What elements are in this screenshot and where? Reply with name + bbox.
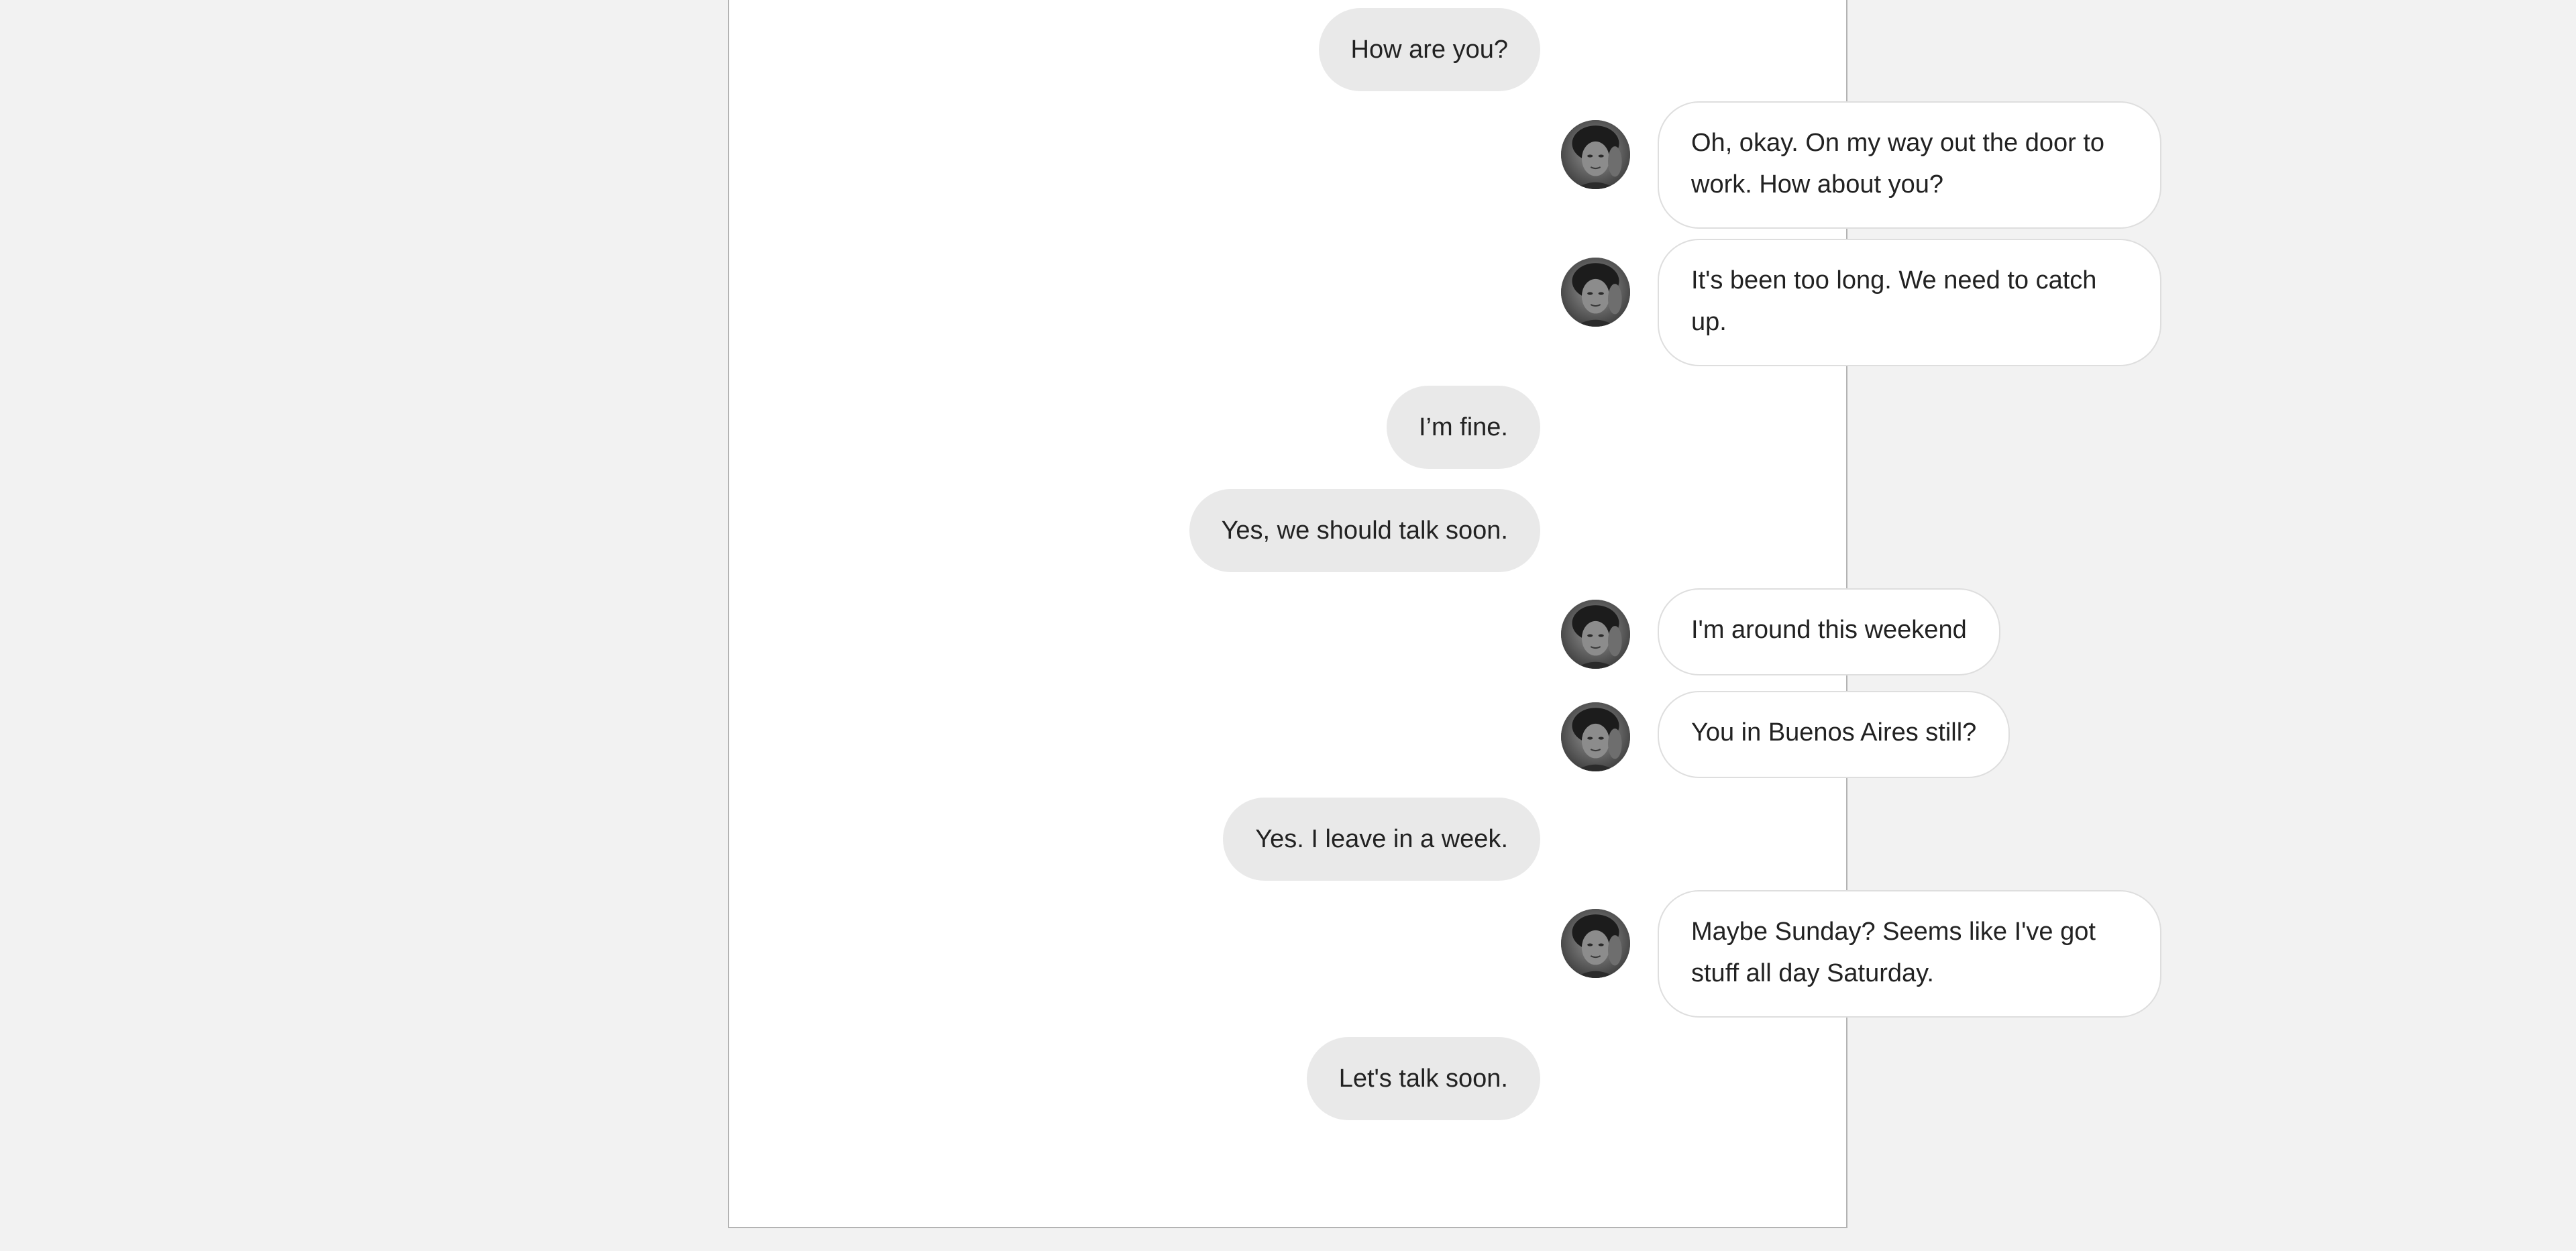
contact-avatar-icon[interactable] — [1561, 120, 1630, 189]
message-incoming: I'm around this weekend — [1658, 588, 2000, 675]
message-outgoing: I’m fine. — [1386, 386, 1540, 469]
message-incoming: You in Buenos Aires still? — [1658, 691, 2010, 778]
contact-avatar-icon[interactable] — [1561, 600, 1630, 669]
message-incoming: Oh, okay. On my way out the door to work… — [1658, 101, 2161, 229]
contact-avatar-icon[interactable] — [1561, 258, 1630, 327]
message-outgoing: Yes. I leave in a week. — [1223, 798, 1540, 881]
contact-avatar-icon[interactable] — [1561, 702, 1630, 771]
message-outgoing: Let's talk soon. — [1306, 1037, 1540, 1120]
message-outgoing: How are you? — [1318, 8, 1540, 91]
message-outgoing: Yes, we should talk soon. — [1189, 489, 1540, 572]
chat-panel: How are you? Oh, okay. On my way out the… — [728, 0, 2161, 1228]
message-incoming: Maybe Sunday? Seems like I've got stuff … — [1658, 890, 2161, 1018]
message-incoming: It's been too long. We need to catch up. — [1658, 239, 2161, 366]
contact-avatar-icon[interactable] — [1561, 909, 1630, 978]
